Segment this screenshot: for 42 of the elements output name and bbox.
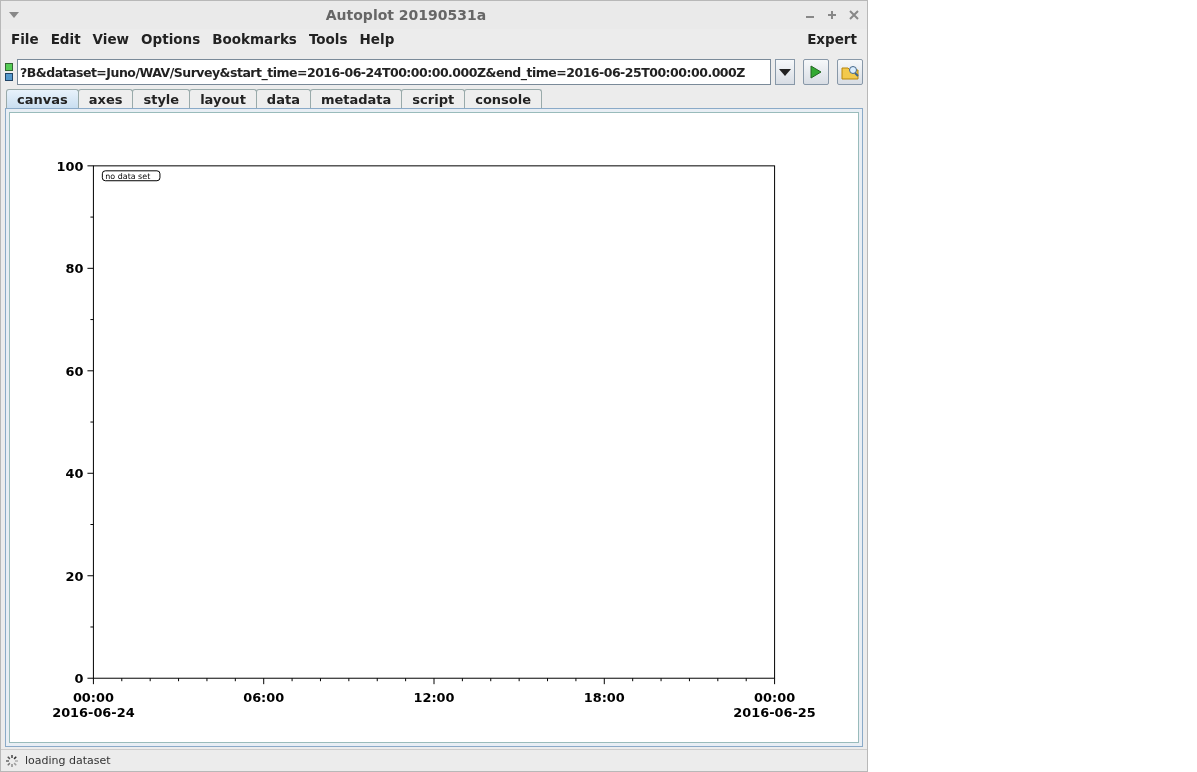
tab[interactable]: style [132,89,191,108]
y-tick-label: 20 [65,568,84,584]
x-date-label: 2016-06-24 [52,704,135,720]
y-tick-label: 60 [65,363,84,379]
menu-item[interactable]: Options [135,31,207,47]
maximize-icon[interactable] [827,10,837,20]
menu-item[interactable]: Expert [801,31,863,47]
menu-item[interactable]: File [5,31,45,47]
x-date-label: 2016-06-25 [733,704,816,720]
window-title: Autoplot 20190531a [324,7,488,23]
y-tick-label: 80 [65,261,84,277]
play-button[interactable] [803,59,829,85]
tab[interactable]: layout [189,89,257,108]
x-tick-label: 12:00 [413,690,455,706]
dropdown-button[interactable] [775,59,795,85]
window-menu-icon[interactable] [9,11,19,19]
x-tick-label: 18:00 [583,690,625,706]
menu-item[interactable]: Help [353,31,401,47]
y-tick-label: 0 [74,671,84,687]
tab[interactable]: script [401,89,466,108]
browse-button[interactable] [837,59,863,85]
annotation: no data set [105,171,151,181]
y-tick-label: 40 [65,466,84,482]
x-tick-label: 06:00 [243,690,285,706]
menu-item[interactable]: Edit [44,31,87,47]
folder-search-icon [841,64,859,80]
tab[interactable]: canvas [6,89,79,108]
spinner-icon [5,753,19,768]
x-tick-label: 00:00 [72,690,114,706]
status-indicator-icon [5,63,13,81]
y-tick-label: 100 [56,158,84,174]
status-text: loading dataset [25,754,111,767]
tab[interactable]: console [464,89,543,108]
caret-icon [779,68,791,76]
menu-item[interactable]: Tools [302,31,354,47]
menu-item[interactable]: Bookmarks [206,31,303,47]
x-tick-label: 00:00 [754,690,796,706]
close-icon[interactable] [849,10,859,20]
uri-field[interactable]: ?B&dataset=Juno/WAV/Survey&start_time=2016-06-24T00:00:00.000Z&end_time=2016-06-25T00:00:00.000Z [17,59,771,85]
legend-label: no data set [101,170,161,182]
play-icon [810,65,822,79]
menu-item[interactable]: View [86,31,136,47]
